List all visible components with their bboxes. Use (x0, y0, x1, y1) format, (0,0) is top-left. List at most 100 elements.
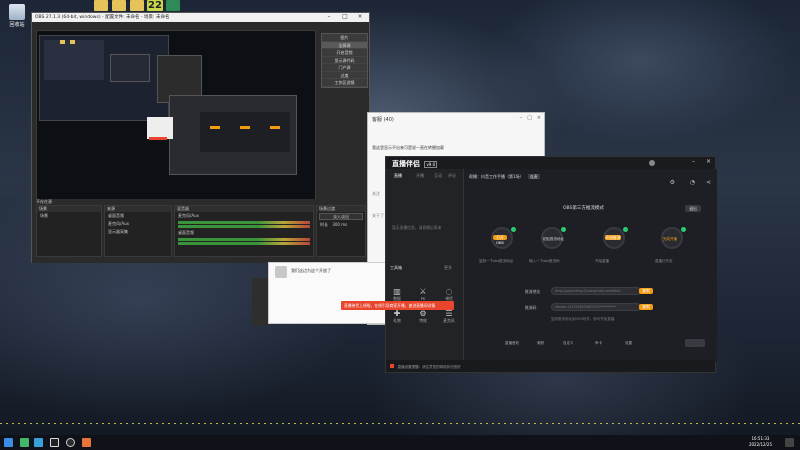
bottom-tool[interactable]: 直播音效 (505, 341, 519, 346)
mixer-track-label: 桌面音频 (178, 230, 194, 235)
chat-list-item[interactable]: 关于了 (372, 213, 384, 219)
obs-preview-canvas[interactable] (36, 30, 316, 206)
step-caption: 复制一下obs推流地址 (479, 259, 514, 263)
close-icon[interactable]: × (354, 13, 366, 21)
scenes-dock: 场景 场景 (36, 205, 102, 257)
stream-left-panel: 直播 开播 互动 评论 暂无直播信息，请直播后再来 工具箱 更多 ▥ 数据 ⚔ PK… (386, 169, 464, 362)
minimize-icon[interactable]: – (692, 158, 695, 165)
recycle-bin-desktop-icon[interactable]: 回收站 (4, 4, 30, 28)
circle-app-icon[interactable] (66, 438, 75, 447)
tool-label: 礼物 (393, 318, 401, 323)
tool-label: 麦克风 (443, 318, 455, 323)
chat-app-icon[interactable] (34, 438, 43, 447)
obs-icon[interactable] (50, 438, 59, 447)
volume-meter[interactable] (178, 225, 310, 228)
system-clock[interactable]: 16:51:33 2022/12/25 (749, 436, 772, 448)
bottom-tool[interactable]: 自定义 (563, 341, 574, 346)
bottom-tool[interactable]: 设置 (625, 341, 632, 346)
tool-data[interactable]: ▥ 数据 (390, 287, 404, 302)
close-icon[interactable]: × (537, 115, 541, 121)
minimize-icon[interactable]: – (520, 115, 523, 121)
transition-select[interactable]: 淡入淡出 (319, 213, 363, 220)
wechat-icon[interactable] (20, 438, 29, 447)
folder-icon[interactable] (130, 0, 144, 11)
footer-notice: 直播设置提醒：请注意您的网络状况良好 (397, 365, 461, 369)
avatar (275, 266, 287, 278)
clock-date: 2022/12/25 (748, 442, 772, 447)
volume-meter[interactable] (178, 221, 310, 224)
toast-text: 直播带货上线啦，在线引导商家开播，速进直播间详情 (344, 303, 436, 308)
volume-meter[interactable] (178, 238, 310, 241)
menu-item[interactable]: 开启音频 (322, 49, 367, 57)
start-live-toggle[interactable] (685, 339, 705, 347)
transitions-dock-title: 场景过渡 (317, 206, 365, 212)
check-icon (511, 227, 516, 232)
maximize-icon[interactable]: □ (339, 13, 351, 21)
notification-icon[interactable] (785, 438, 794, 447)
mixer-dock: 混音器 麦克风/Aux 桌面音频 (174, 205, 314, 257)
bottom-tool[interactable]: 声卡 (595, 341, 602, 346)
menu-item[interactable]: 全屏源 (322, 41, 367, 49)
source-item[interactable]: 麦克风/Aux (105, 220, 171, 228)
chat-list-item[interactable]: 关注 (372, 191, 380, 197)
menu-item[interactable]: 工作区滤镜 (322, 79, 367, 87)
maximize-icon[interactable]: □ (527, 115, 532, 121)
minimize-icon[interactable]: – (323, 13, 335, 21)
wand-icon: ⚙ (419, 309, 427, 318)
source-item[interactable]: 显示器采集 (105, 228, 171, 236)
menu-item[interactable]: 显示源代码 (322, 57, 367, 64)
copy-key-button[interactable]: 复制 (639, 304, 653, 310)
obs-window: OBS 27.1.3 (64-bit, windows) - 配置文件: 未命名… (31, 12, 370, 263)
stream-title-text: 帮播：抖音工作手播（第1场） (469, 174, 524, 179)
push-url-field[interactable]: rtmp://push-rtmp-l3.douyincdn.com/third (551, 287, 641, 295)
source-item[interactable]: 桌面音频 (105, 212, 171, 220)
close-icon[interactable]: × (706, 158, 711, 165)
obs-docks: 不存在源 场景 场景 来源 桌面音频 麦克风/Aux 显示器采集 混音器 麦克风… (32, 199, 369, 263)
step-button[interactable]: 打开OBS (493, 235, 507, 245)
stream-key-field[interactable]: stream-1127548939857523********** (551, 303, 641, 311)
step-caption: 输入一下obs推流码 (529, 259, 560, 263)
stream-footer: 直播设置提醒：请注意您的网络状况良好 (386, 360, 715, 372)
bell-icon[interactable]: ◔ (690, 179, 695, 186)
stream-key-value: stream-1127548939857523********** (555, 305, 616, 309)
copy-url-button[interactable]: 复制 (639, 288, 653, 294)
folder-icon[interactable] (94, 0, 108, 11)
stream-title-bar: 直播伴侣 v9.0 – × (386, 157, 715, 169)
app-logo: 直播伴侣 v9.0 (392, 159, 438, 169)
volume-meter[interactable] (178, 242, 310, 245)
tool-effect[interactable]: ⚙ 特效 (416, 309, 430, 324)
tab-live[interactable]: 直播 (394, 173, 402, 179)
step-button[interactable]: 开启推流 (605, 235, 621, 240)
bottom-tool[interactable]: 美颜 (537, 341, 544, 346)
toolbox-more[interactable]: 更多 (444, 265, 452, 271)
tool-shopping[interactable]: ◌ 带货 (442, 287, 456, 302)
scene-item[interactable]: 场景 (37, 212, 101, 220)
tab-start[interactable]: 开播 (416, 173, 424, 179)
share-icon[interactable]: ⋖ (706, 179, 711, 186)
exit-button[interactable]: 退出 (685, 205, 701, 212)
promo-toast[interactable]: 直播带货上线啦，在线引导商家开播，速进直播间详情 (341, 301, 454, 310)
windows-start-icon[interactable] (4, 438, 13, 447)
menu-item[interactable]: 过度 (322, 72, 367, 79)
menu-item[interactable]: 图片 (322, 34, 367, 42)
user-avatar-icon[interactable] (649, 160, 655, 166)
bar-chart-icon: ▥ (393, 287, 401, 296)
tab-interact[interactable]: 互动 (434, 173, 442, 179)
mixer-track-label: 麦克风/Aux (178, 213, 199, 218)
recycle-bin-label: 回收站 (9, 22, 25, 28)
duration-value[interactable]: 300 ms (332, 222, 347, 227)
settings-icon[interactable]: ⚙ (670, 179, 675, 186)
check-icon (681, 227, 686, 232)
warning-icon (390, 364, 394, 368)
tool-gift[interactable]: ✚ 礼物 (390, 309, 404, 324)
main-heading: OBS第三方推流模式 (563, 206, 604, 211)
menu-item[interactable]: 门户源 (322, 64, 367, 72)
tool-pk[interactable]: ⚔ PK (416, 287, 430, 301)
calendar-badge[interactable]: 22 (147, 0, 163, 11)
stream-app-icon[interactable] (82, 438, 91, 447)
excel-icon[interactable] (166, 0, 180, 11)
folder-icon[interactable] (112, 0, 126, 11)
tab-comments[interactable]: 评论 (448, 173, 456, 179)
obs-context-menu[interactable]: 图片 全屏源 开启音频 显示源代码 门户源 过度 工作区滤镜 (321, 33, 368, 88)
tool-mic[interactable]: ☰ 麦克风 (442, 309, 456, 324)
